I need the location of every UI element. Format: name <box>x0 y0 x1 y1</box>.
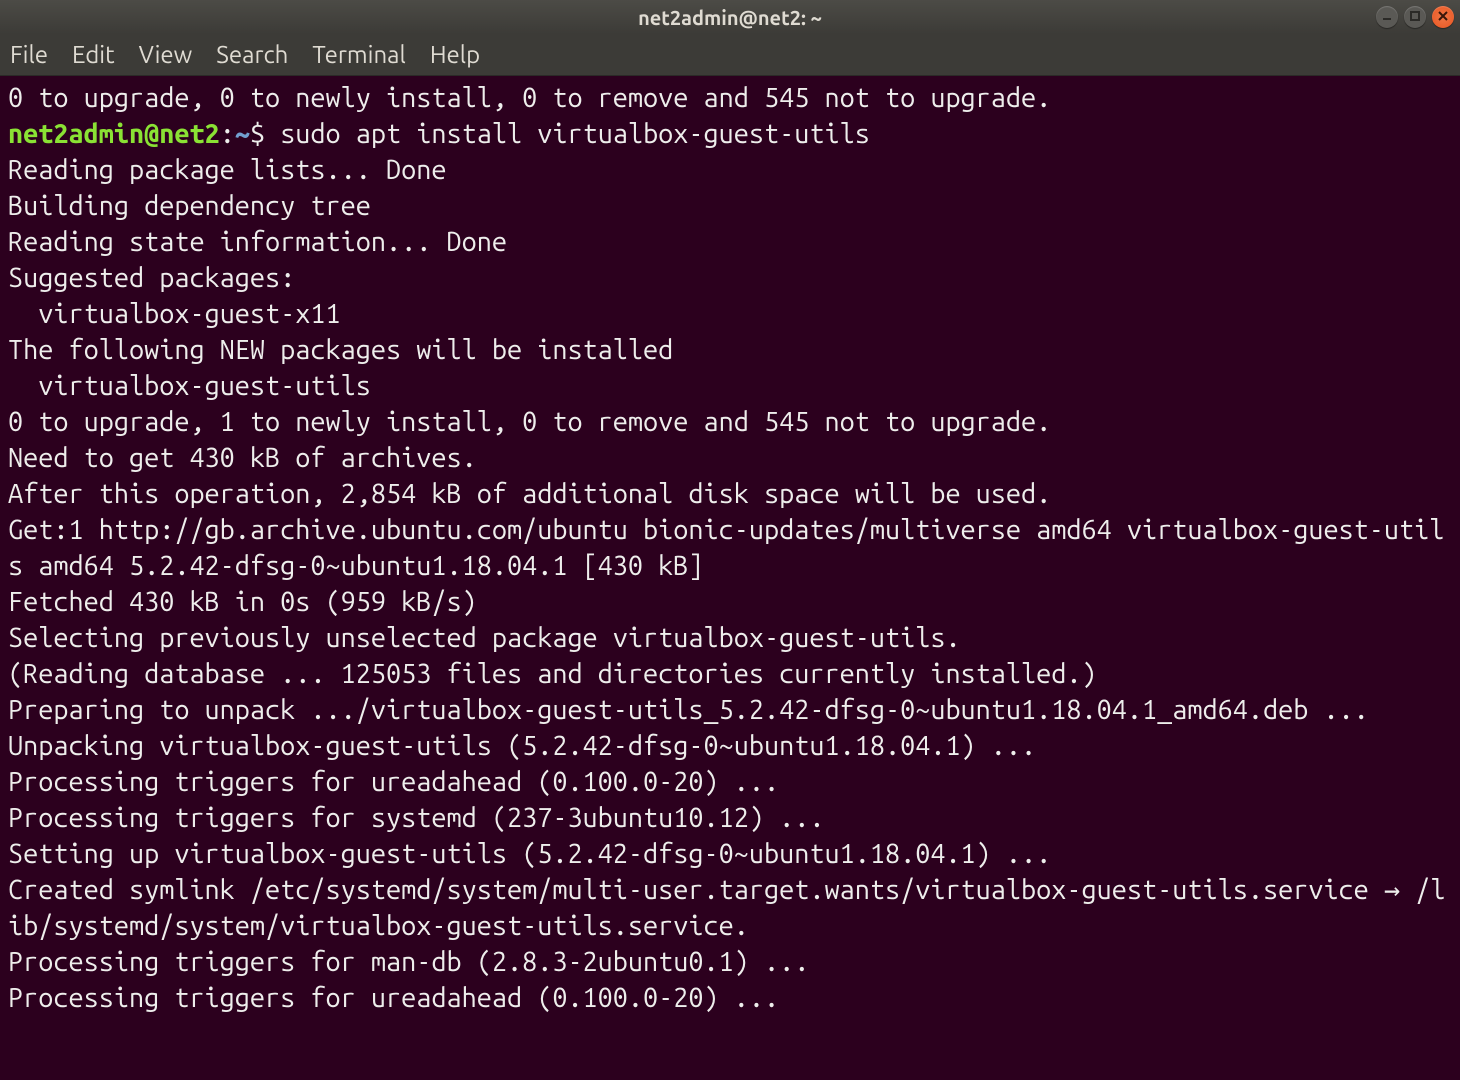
menubar: File Edit View Search Terminal Help <box>0 34 1460 76</box>
terminal-output-line: virtualbox-guest-utils <box>8 368 1452 404</box>
terminal-output-line: Building dependency tree <box>8 188 1452 224</box>
prompt-symbol: $ <box>250 119 280 149</box>
terminal-command: sudo apt install virtualbox-guest-utils <box>280 119 870 149</box>
window-titlebar: net2admin@net2: ~ <box>0 0 1460 34</box>
menu-view[interactable]: View <box>139 41 193 68</box>
menu-terminal[interactable]: Terminal <box>312 41 405 68</box>
terminal-body[interactable]: 0 to upgrade, 0 to newly install, 0 to r… <box>0 76 1460 1080</box>
terminal-output-line: Need to get 430 kB of archives. <box>8 440 1452 476</box>
close-button[interactable] <box>1432 6 1454 28</box>
terminal-output-line: (Reading database ... 125053 files and d… <box>8 656 1452 692</box>
minimize-button[interactable] <box>1376 6 1398 28</box>
terminal-output-line: Get:1 http://gb.archive.ubuntu.com/ubunt… <box>8 512 1452 584</box>
terminal-output-line: Fetched 430 kB in 0s (959 kB/s) <box>8 584 1452 620</box>
menu-help[interactable]: Help <box>430 41 480 68</box>
terminal-output-line: Preparing to unpack .../virtualbox-guest… <box>8 692 1452 728</box>
terminal-output-line: Unpacking virtualbox-guest-utils (5.2.42… <box>8 728 1452 764</box>
prompt-path: ~ <box>235 119 250 149</box>
prompt-separator: : <box>220 119 235 149</box>
terminal-output-line: Processing triggers for ureadahead (0.10… <box>8 764 1452 800</box>
prompt-user-host: net2admin@net2 <box>8 119 220 149</box>
terminal-window: net2admin@net2: ~ File Edit View Searc <box>0 0 1460 1080</box>
terminal-output-line: Processing triggers for systemd (237-3ub… <box>8 800 1452 836</box>
menu-edit[interactable]: Edit <box>72 41 115 68</box>
terminal-output-line: Processing triggers for man-db (2.8.3-2u… <box>8 944 1452 980</box>
terminal-output-line: Selecting previously unselected package … <box>8 620 1452 656</box>
maximize-icon <box>1409 9 1421 25</box>
menu-file[interactable]: File <box>10 41 48 68</box>
terminal-output-line: Suggested packages: <box>8 260 1452 296</box>
window-title: net2admin@net2: ~ <box>638 6 822 29</box>
terminal-output-line: Processing triggers for ureadahead (0.10… <box>8 980 1452 1016</box>
terminal-prompt-line: net2admin@net2:~$ sudo apt install virtu… <box>8 116 1452 152</box>
terminal-output-line: Setting up virtualbox-guest-utils (5.2.4… <box>8 836 1452 872</box>
terminal-output-line: virtualbox-guest-x11 <box>8 296 1452 332</box>
maximize-button[interactable] <box>1404 6 1426 28</box>
terminal-output-line: 0 to upgrade, 1 to newly install, 0 to r… <box>8 404 1452 440</box>
terminal-output-line: After this operation, 2,854 kB of additi… <box>8 476 1452 512</box>
terminal-output-line: Created symlink /etc/systemd/system/mult… <box>8 872 1452 944</box>
window-controls <box>1376 6 1454 28</box>
terminal-output-line: The following NEW packages will be insta… <box>8 332 1452 368</box>
terminal-output-line: 0 to upgrade, 0 to newly install, 0 to r… <box>8 80 1452 116</box>
minimize-icon <box>1381 9 1393 25</box>
close-icon <box>1437 9 1449 25</box>
terminal-output-line: Reading package lists... Done <box>8 152 1452 188</box>
terminal-output-line: Reading state information... Done <box>8 224 1452 260</box>
menu-search[interactable]: Search <box>216 41 288 68</box>
